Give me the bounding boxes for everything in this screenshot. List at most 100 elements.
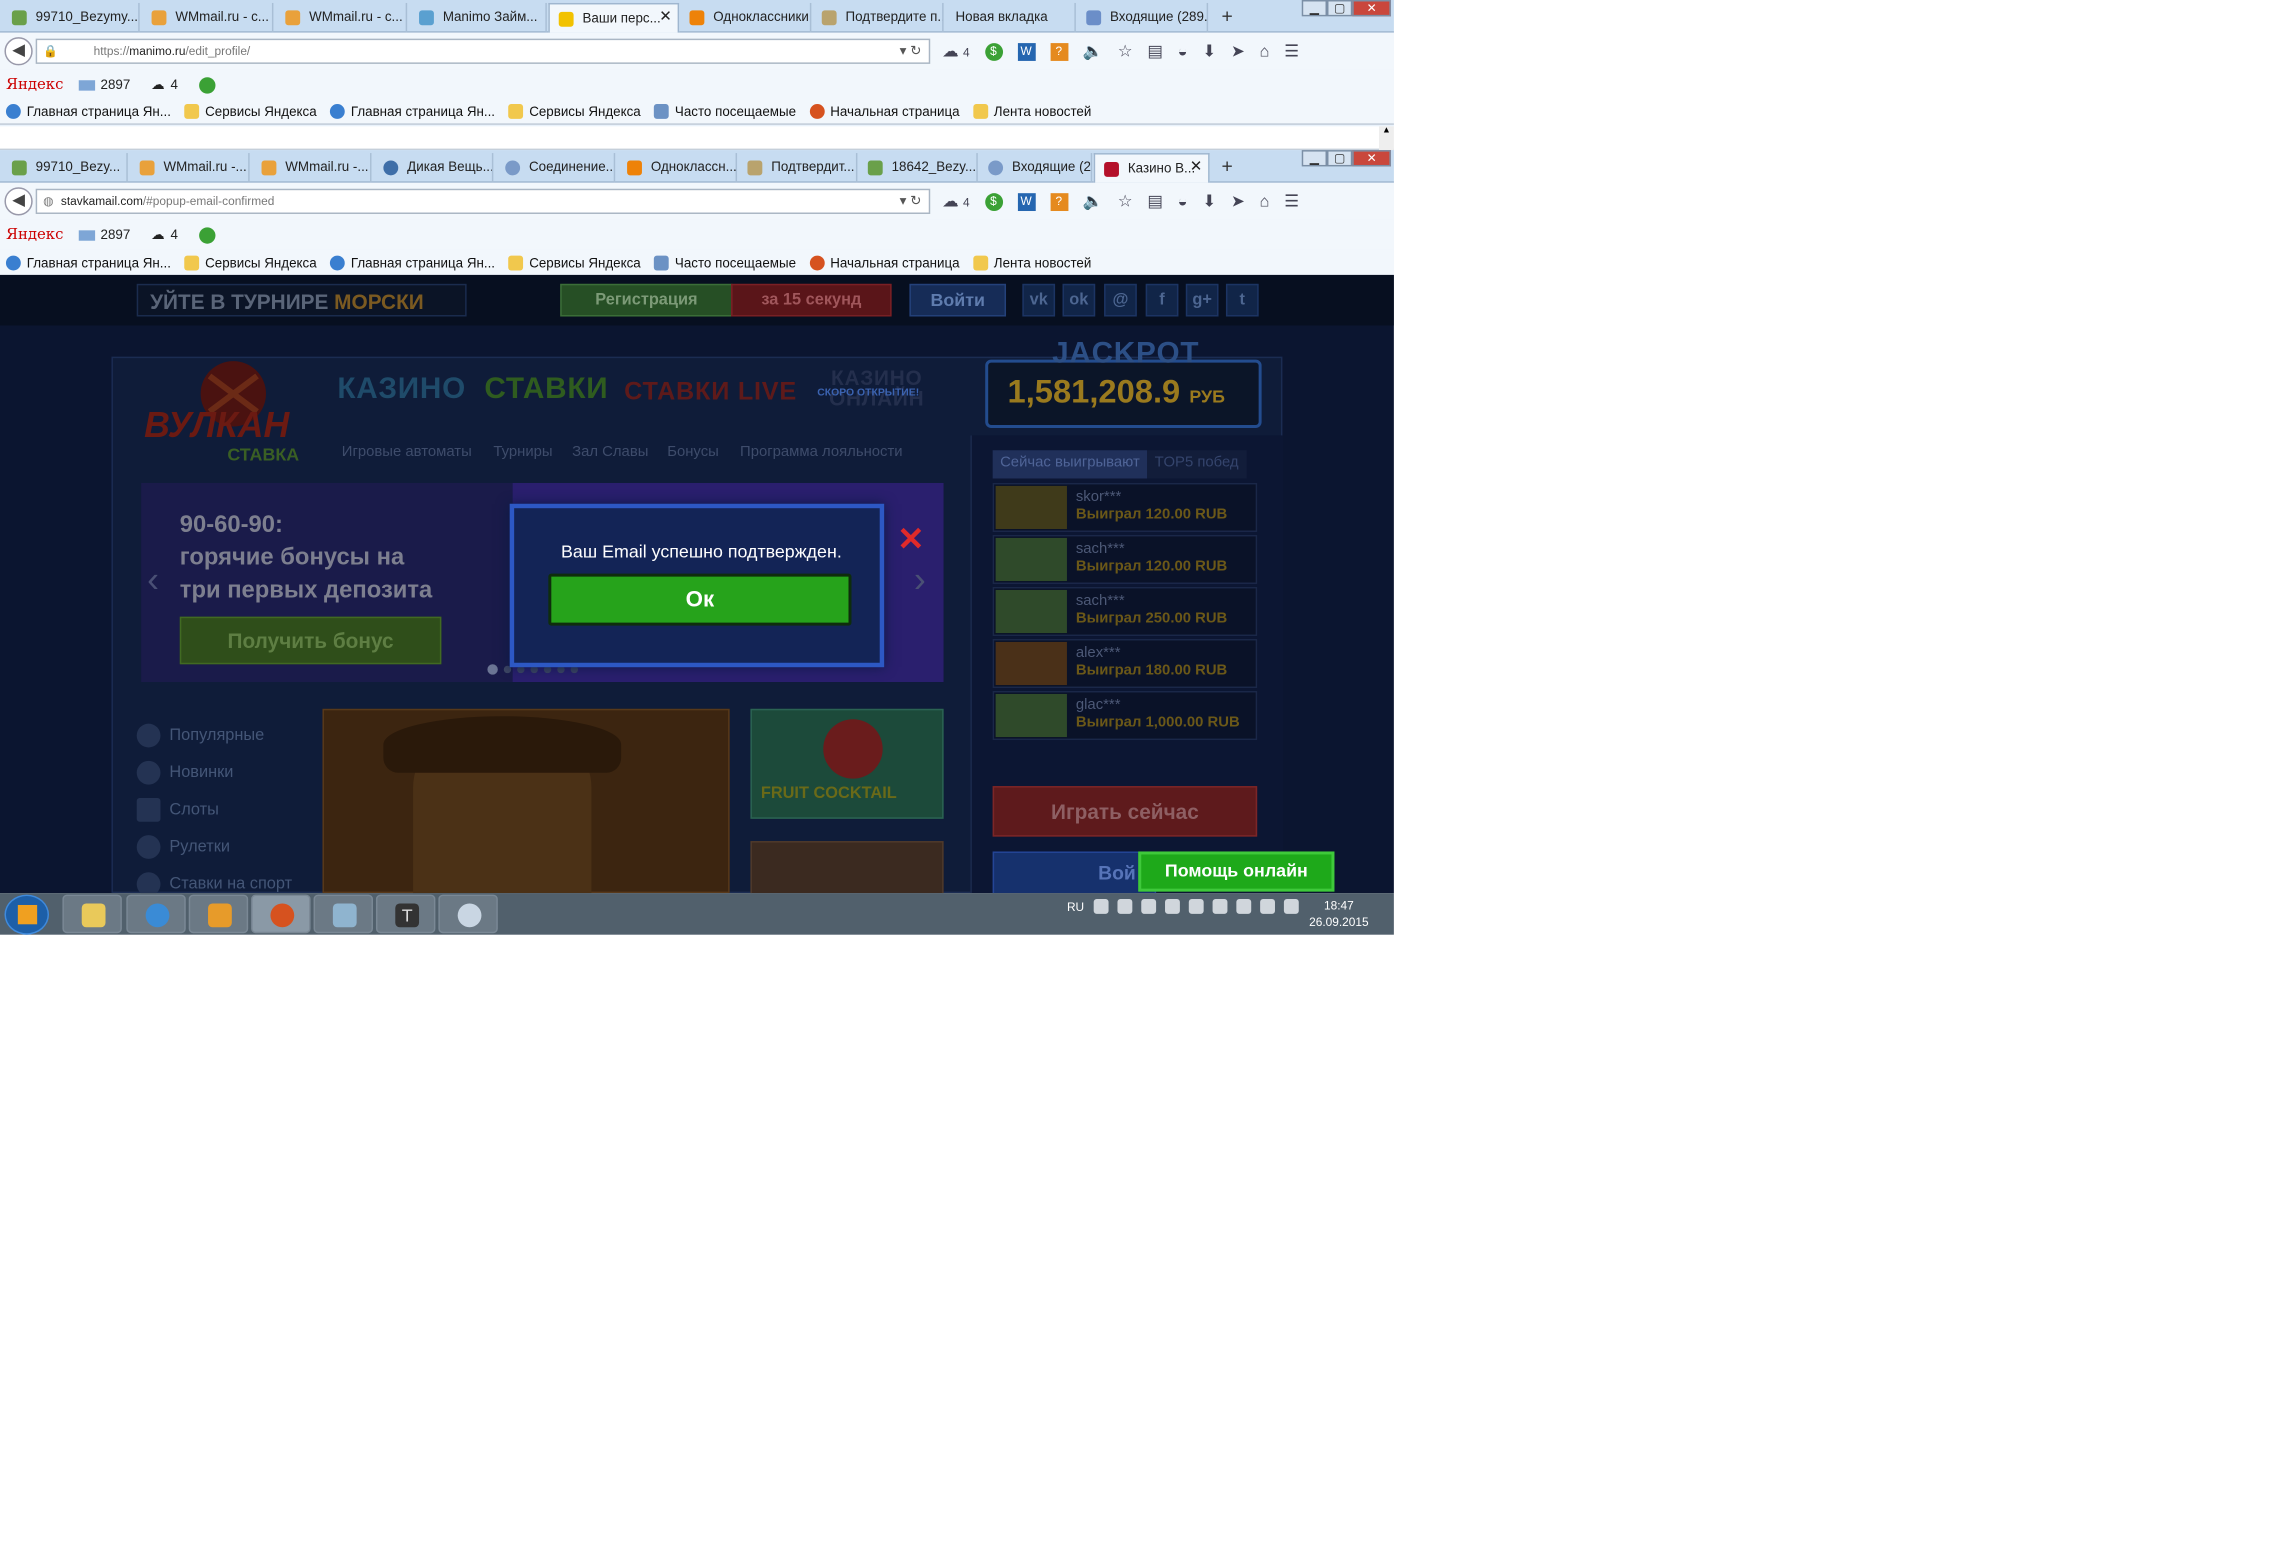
tab[interactable]: Соединение... <box>496 153 616 183</box>
close-icon[interactable]: ✕ <box>1190 159 1202 175</box>
bookmark-item[interactable]: Сервисы Яндекса <box>508 254 641 270</box>
download-icon[interactable]: ⬇ <box>1202 192 1216 211</box>
speaker-icon[interactable]: 🔈 <box>1083 192 1103 211</box>
bookmark-item[interactable]: Лента новостей <box>973 254 1091 270</box>
action-center-icon[interactable] <box>1140 899 1156 914</box>
pocket-icon[interactable]: ◒ <box>1178 42 1188 60</box>
weather-icon[interactable]: ☁ 4 <box>942 192 970 211</box>
language-indicator[interactable]: RU <box>1067 900 1084 913</box>
bookmark-item[interactable]: Начальная страница <box>809 254 960 270</box>
ok-button[interactable]: Ок <box>548 573 852 626</box>
yandex-weather[interactable]: ☁ 4 <box>151 227 178 243</box>
bookmark-item[interactable]: Сервисы Яндекса <box>184 104 317 119</box>
bookmark-item[interactable]: Сервисы Яндекса <box>184 254 317 270</box>
network-icon[interactable] <box>1116 899 1132 914</box>
reload-icon[interactable]: ▾ ↻ <box>900 193 922 209</box>
yandex-money[interactable] <box>198 76 216 93</box>
money-icon[interactable]: $ <box>984 192 1003 211</box>
speaker-icon[interactable]: 🔈 <box>1083 42 1103 61</box>
weather-icon[interactable]: ☁ 4 <box>942 42 970 61</box>
close-icon[interactable]: ✕ <box>893 522 929 559</box>
bookmark-item[interactable]: Главная страница Ян... <box>330 254 495 270</box>
menu-icon[interactable]: ☰ <box>1284 42 1299 61</box>
reload-icon[interactable]: ▾ ↻ <box>900 43 922 59</box>
tab-active[interactable]: Ваши перс... ✕ <box>548 2 680 33</box>
tab[interactable]: Одноклассники <box>681 2 812 33</box>
close-window-button[interactable]: ✕ <box>1352 0 1391 17</box>
home-icon[interactable]: ⌂ <box>1260 42 1270 60</box>
yandex-mail[interactable]: 2897 <box>78 227 130 242</box>
close-window-button[interactable]: ✕ <box>1352 150 1391 167</box>
taskbar-world-of-tanks[interactable]: T <box>375 894 436 934</box>
webmoney-icon[interactable]: W <box>1017 192 1036 211</box>
bookmark-item[interactable]: Главная страница Ян... <box>5 104 171 119</box>
tab[interactable]: Входящие (289... <box>1077 2 1209 33</box>
bookmark-item[interactable]: Лента новостей <box>973 104 1091 119</box>
volume-icon[interactable] <box>1211 899 1227 914</box>
yandex-mail[interactable]: 2897 <box>78 77 130 92</box>
tab[interactable]: Одноклассн... <box>618 153 738 183</box>
maximize-button[interactable]: ▢ <box>1326 150 1353 167</box>
tab[interactable]: WMmail.ru - c... <box>143 2 274 33</box>
yandex-money[interactable] <box>198 226 216 243</box>
bookmark-item[interactable]: Сервисы Яндекса <box>508 104 641 119</box>
tab[interactable]: Manimo Займ... <box>410 2 547 33</box>
yandex-logo[interactable]: Яндекс <box>6 227 63 243</box>
taskbar-firefox[interactable] <box>251 894 311 934</box>
webmoney-icon[interactable]: W <box>1017 42 1036 61</box>
new-tab-button[interactable]: + <box>1221 4 1232 26</box>
download-icon[interactable]: ⬇ <box>1202 42 1216 61</box>
tab[interactable]: Входящие (2... <box>979 153 1093 183</box>
maximize-button[interactable]: ▢ <box>1326 0 1353 17</box>
taskbar-explorer[interactable] <box>62 894 122 934</box>
update-icon[interactable] <box>1259 899 1275 914</box>
tab[interactable]: WMmail.ru - c... <box>276 2 408 33</box>
display-icon[interactable] <box>1164 899 1180 914</box>
send-icon[interactable]: ➤ <box>1231 192 1245 211</box>
signal-icon[interactable] <box>1188 899 1204 914</box>
close-icon[interactable]: ✕ <box>659 9 671 25</box>
new-tab-button[interactable]: + <box>1221 155 1232 177</box>
connection-icon[interactable] <box>1235 899 1251 914</box>
bookmark-item[interactable]: Часто посещаемые <box>654 254 796 270</box>
tab[interactable]: Подтвердит... <box>739 153 858 183</box>
plugin-icon[interactable]: ? <box>1049 42 1068 61</box>
tab-active[interactable]: Казино В... ✕ <box>1093 153 1210 183</box>
tab[interactable]: Новая вкладка <box>945 2 1076 33</box>
tab[interactable]: 99710_Bezymy... <box>3 2 140 33</box>
tab[interactable]: 99710_Bezy... <box>3 153 128 183</box>
clipboard-icon[interactable]: ▤ <box>1147 192 1162 211</box>
tab[interactable]: 18642_Bezy... <box>859 153 978 183</box>
home-icon[interactable]: ⌂ <box>1260 192 1270 210</box>
plugin-icon[interactable]: ? <box>1049 192 1068 211</box>
taskbar-paint[interactable] <box>438 894 498 934</box>
windows-flag-icon[interactable] <box>1093 899 1108 914</box>
back-button[interactable]: ◀ <box>4 187 33 216</box>
minimize-button[interactable]: ▁ <box>1301 0 1327 17</box>
clock[interactable]: 18:47 26.09.2015 <box>1306 898 1371 931</box>
app-tray-icon[interactable] <box>1283 899 1299 914</box>
bookmark-star-icon[interactable]: ☆ <box>1118 192 1133 211</box>
tab[interactable]: WMmail.ru -... <box>131 153 250 183</box>
tab[interactable]: Дикая Вещь... <box>374 153 494 183</box>
yandex-weather[interactable]: ☁ 4 <box>151 77 178 93</box>
tab[interactable]: Подтвердите п... <box>813 2 944 33</box>
taskbar-app[interactable] <box>188 894 249 934</box>
url-bar[interactable]: ◍ stavkamail.com/#popup-email-confirmed ▾ … <box>35 188 931 214</box>
taskbar-app[interactable] <box>313 894 373 934</box>
taskbar-ie[interactable] <box>126 894 186 934</box>
menu-icon[interactable]: ☰ <box>1284 192 1299 211</box>
money-icon[interactable]: $ <box>984 42 1003 61</box>
scrollbar[interactable]: ▲ <box>1379 126 1394 151</box>
clipboard-icon[interactable]: ▤ <box>1147 42 1162 61</box>
bookmark-item[interactable]: Главная страница Ян... <box>5 254 171 270</box>
start-button[interactable] <box>4 894 50 935</box>
bookmark-item[interactable]: Часто посещаемые <box>654 104 796 119</box>
send-icon[interactable]: ➤ <box>1231 42 1245 61</box>
back-button[interactable]: ◀ <box>4 37 33 66</box>
url-bar[interactable]: 🔒 https://manimo.ru/edit_profile/ ▾ ↻ <box>35 38 931 64</box>
bookmark-star-icon[interactable]: ☆ <box>1118 42 1133 61</box>
bookmark-item[interactable]: Начальная страница <box>809 104 960 119</box>
bookmark-item[interactable]: Главная страница Ян... <box>330 104 495 119</box>
yandex-logo[interactable]: Яндекс <box>6 77 63 93</box>
